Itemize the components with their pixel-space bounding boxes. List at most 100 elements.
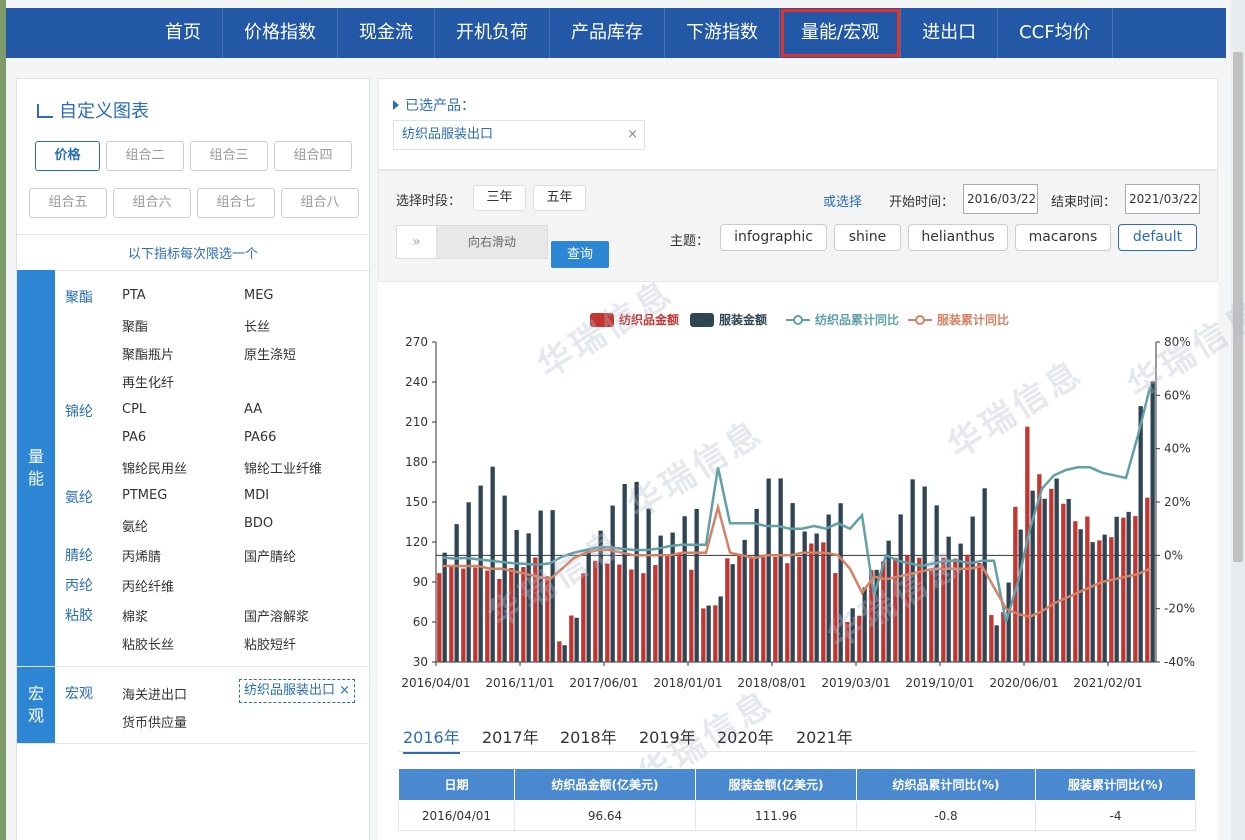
apparel-bar bbox=[646, 508, 651, 662]
item-polyester[interactable]: 聚酯 bbox=[122, 316, 148, 335]
apparel-bar bbox=[1114, 516, 1119, 662]
item-viscose-staple[interactable]: 粘胶短纤 bbox=[244, 634, 296, 653]
item-dissolving-pulp[interactable]: 国产溶解浆 bbox=[244, 606, 309, 625]
item-recycled-fiber[interactable]: 再生化纤 bbox=[122, 372, 174, 391]
theme-infographic-button[interactable]: infographic bbox=[720, 224, 827, 251]
subcat-spandex[interactable]: 氨纶 bbox=[65, 487, 93, 507]
tab-2018[interactable]: 2018年 bbox=[560, 724, 617, 748]
or-select-link[interactable]: 或选择 bbox=[823, 191, 862, 210]
tab-2016[interactable]: 2016年 bbox=[403, 724, 460, 754]
group-3-button[interactable]: 组合三 bbox=[190, 141, 268, 171]
item-customs[interactable]: 海关进出口 bbox=[122, 684, 187, 703]
slide-verify[interactable]: » 向右滑动 bbox=[396, 225, 548, 259]
subcat-nylon[interactable]: 锦纶 bbox=[65, 401, 93, 421]
nav-home[interactable]: 首页 bbox=[144, 8, 223, 58]
period-5y-button[interactable]: 五年 bbox=[533, 185, 586, 211]
group-7-button[interactable]: 组合七 bbox=[197, 188, 275, 218]
item-nylon-industrial[interactable]: 锦纶工业纤维 bbox=[244, 458, 322, 477]
textile-bar bbox=[449, 565, 454, 662]
item-pa6[interactable]: PA6 bbox=[122, 430, 146, 445]
end-date-input[interactable]: 2021/03/22 bbox=[1125, 184, 1200, 214]
col-apparel-amount: 服装金额(亿美元) bbox=[695, 768, 857, 801]
x-tick-label: 2019/10/01 bbox=[905, 676, 974, 690]
item-cotton-pulp[interactable]: 棉浆 bbox=[122, 606, 148, 625]
nav-price-index[interactable]: 价格指数 bbox=[223, 8, 338, 58]
query-controls: 选择时段： 三年 五年 或选择 开始时间： 2016/03/22 结束时间： 2… bbox=[378, 170, 1218, 282]
apparel-bar bbox=[694, 508, 699, 662]
item-pa66[interactable]: PA66 bbox=[244, 430, 276, 445]
item-nylon-civil-yarn[interactable]: 锦纶民用丝 bbox=[122, 458, 187, 477]
tab-2019[interactable]: 2019年 bbox=[639, 724, 696, 748]
apparel-bar bbox=[970, 516, 975, 662]
subcat-polypropylene[interactable]: 丙纶 bbox=[65, 575, 93, 595]
divider bbox=[17, 743, 369, 744]
item-pta[interactable]: PTA bbox=[122, 288, 146, 303]
apparel-bar bbox=[466, 502, 471, 662]
period-label: 选择时段： bbox=[396, 194, 462, 209]
data-table: 日期 纺织品金额(亿美元) 服装金额(亿美元) 纺织品累计同比(%) 服装累计同… bbox=[398, 768, 1196, 831]
nav-import-export[interactable]: 进出口 bbox=[901, 8, 999, 58]
item-pp-fiber[interactable]: 丙纶纤维 bbox=[122, 576, 174, 595]
page-scrollbar[interactable] bbox=[1231, 0, 1245, 840]
item-viscose-filament[interactable]: 粘胶长丝 bbox=[122, 634, 174, 653]
tab-2021[interactable]: 2021年 bbox=[796, 724, 853, 748]
item-money-supply[interactable]: 货币供应量 bbox=[122, 712, 187, 731]
item-cpl[interactable]: CPL bbox=[122, 402, 146, 417]
nav-volume-macro[interactable]: 量能/宏观 bbox=[780, 8, 902, 58]
period-3y-button[interactable]: 三年 bbox=[473, 185, 526, 211]
item-bottle-chip[interactable]: 聚酯瓶片 bbox=[122, 344, 174, 363]
y-right-tick-label: 40% bbox=[1164, 442, 1191, 456]
textile-bar bbox=[821, 542, 826, 662]
nav-operating-rate[interactable]: 开机负荷 bbox=[435, 8, 550, 58]
item-bdo[interactable]: BDO bbox=[244, 516, 273, 531]
nav-ccf-price[interactable]: CCF均价 bbox=[998, 8, 1113, 58]
theme-helianthus-button[interactable]: helianthus bbox=[908, 224, 1008, 251]
textile-bar bbox=[557, 641, 562, 662]
item-aa[interactable]: AA bbox=[244, 402, 262, 417]
group-5-button[interactable]: 组合五 bbox=[29, 188, 107, 218]
tab-2020[interactable]: 2020年 bbox=[717, 724, 774, 748]
item-filament[interactable]: 长丝 bbox=[244, 316, 270, 335]
query-button[interactable]: 查询 bbox=[551, 241, 609, 268]
item-domestic-acrylic[interactable]: 国产腈纶 bbox=[244, 546, 296, 565]
subcat-polyester[interactable]: 聚酯 bbox=[65, 287, 93, 307]
item-mdi[interactable]: MDI bbox=[244, 488, 269, 503]
nav-downstream-index[interactable]: 下游指数 bbox=[665, 8, 780, 58]
item-acrylonitrile[interactable]: 丙烯腈 bbox=[122, 546, 161, 565]
group-4-button[interactable]: 组合四 bbox=[274, 141, 352, 171]
apparel-bar bbox=[718, 596, 723, 662]
theme-default-button[interactable]: default bbox=[1118, 224, 1197, 251]
theme-shine-button[interactable]: shine bbox=[834, 224, 901, 251]
textile-bar bbox=[1109, 537, 1114, 662]
selected-item-tag[interactable]: 纺织品服装出口 × bbox=[239, 679, 356, 703]
nav-inventory[interactable]: 产品库存 bbox=[550, 8, 665, 58]
nav-cashflow[interactable]: 现金流 bbox=[338, 8, 435, 58]
remove-product-icon[interactable]: × bbox=[627, 121, 638, 149]
start-date-input[interactable]: 2016/03/22 bbox=[963, 184, 1038, 214]
apparel-bar bbox=[682, 516, 687, 662]
group-6-button[interactable]: 组合六 bbox=[113, 188, 191, 218]
theme-macarons-button[interactable]: macarons bbox=[1015, 224, 1111, 251]
subcat-viscose[interactable]: 粘胶 bbox=[65, 605, 93, 625]
textile-bar bbox=[701, 608, 706, 662]
group-price-button[interactable]: 价格 bbox=[35, 141, 100, 171]
item-ptmeg[interactable]: PTMEG bbox=[122, 488, 167, 503]
legend-swatch bbox=[915, 315, 925, 325]
slider-handle[interactable]: » bbox=[397, 226, 437, 258]
selection-hint: 以下指标每次限选一个 bbox=[127, 247, 258, 262]
cell-date: 2016/04/01 bbox=[398, 800, 515, 831]
y-left-tick-label: 90 bbox=[413, 575, 428, 589]
group-2-button[interactable]: 组合二 bbox=[106, 141, 184, 171]
subcat-acrylic[interactable]: 腈纶 bbox=[65, 545, 93, 565]
item-meg[interactable]: MEG bbox=[244, 288, 274, 303]
x-tick-label: 2021/02/01 bbox=[1073, 676, 1142, 690]
panel-title-text: 自定义图表 bbox=[59, 101, 149, 122]
item-spandex[interactable]: 氨纶 bbox=[122, 516, 148, 535]
top-navigation: 首页 价格指数 现金流 开机负荷 产品库存 下游指数 量能/宏观 进出口 CCF… bbox=[6, 8, 1226, 58]
y-right-tick-label: -40% bbox=[1164, 655, 1195, 669]
item-virgin-psf[interactable]: 原生涤短 bbox=[244, 344, 296, 363]
tab-2017[interactable]: 2017年 bbox=[482, 724, 539, 748]
group-8-button[interactable]: 组合八 bbox=[281, 188, 359, 218]
textile-bar bbox=[665, 555, 670, 662]
subcat-macro[interactable]: 宏观 bbox=[65, 683, 93, 703]
